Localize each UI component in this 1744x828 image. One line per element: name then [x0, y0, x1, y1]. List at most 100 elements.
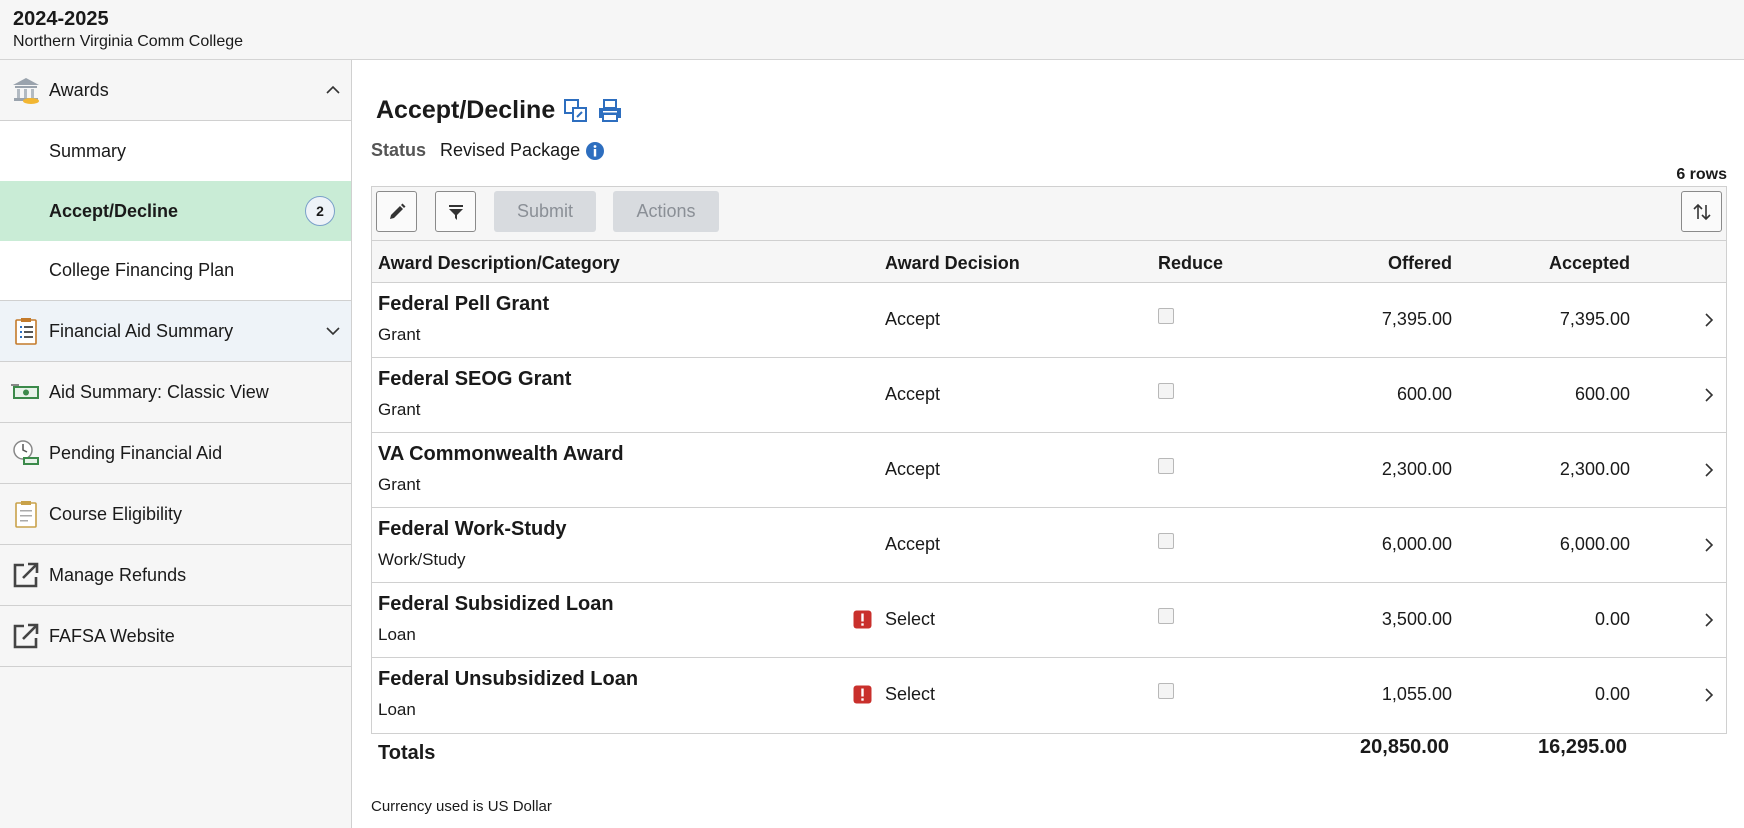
actions-button[interactable]: Actions [613, 191, 719, 232]
column-header-accepted[interactable]: Accepted [1549, 253, 1630, 274]
sidebar-section-course-eligibility[interactable]: Course Eligibility [0, 484, 351, 545]
award-decision-select[interactable]: Select [885, 609, 935, 630]
sidebar-section-label: Course Eligibility [49, 503, 183, 524]
sidebar-item-accept-decline[interactable]: Accept/Decline 2 [0, 181, 351, 241]
page-header: 2024-2025 Northern Virginia Comm College [0, 0, 1744, 60]
reduce-checkbox[interactable] [1158, 458, 1174, 474]
award-decision[interactable]: Accept [885, 384, 940, 405]
column-header-decision[interactable]: Award Decision [885, 253, 1020, 274]
filter-icon [448, 204, 463, 220]
external-link-icon [13, 623, 39, 649]
sort-icon [1692, 203, 1711, 220]
award-name: Federal Unsubsidized Loan [378, 668, 639, 690]
sidebar-section-aid-summary-classic[interactable]: Aid Summary: Classic View [0, 362, 351, 423]
info-icon[interactable] [585, 141, 605, 161]
chevron-right-icon[interactable] [1702, 386, 1716, 404]
table-row[interactable]: Federal Unsubsidized Loan Loan Select 1,… [372, 658, 1726, 733]
accepted-amount: 600.00 [1574, 384, 1630, 404]
money-icon [11, 384, 39, 399]
grid-header-row: Award Description/Category Award Decisio… [372, 241, 1726, 283]
accepted-amount: 0.00 [1594, 609, 1630, 629]
accepted-amount: 6,000.00 [1559, 534, 1630, 554]
table-row[interactable]: VA Commonwealth Award Grant Accept 2,300… [372, 433, 1726, 508]
accepted-amount: 7,395.00 [1559, 309, 1630, 329]
submit-button[interactable]: Submit [494, 191, 596, 232]
status-line: Status Revised Package [371, 140, 605, 161]
sidebar-item-college-financing-plan[interactable]: College Financing Plan [0, 241, 351, 301]
chevron-right-icon[interactable] [1702, 611, 1716, 629]
chevron-right-icon[interactable] [1702, 536, 1716, 554]
print-icon[interactable] [597, 98, 623, 124]
award-category: Work/Study [378, 550, 466, 569]
reduce-checkbox[interactable] [1158, 383, 1174, 399]
award-category: Grant [378, 325, 421, 344]
sidebar: Awards Summary Accept/Decline 2 College … [0, 60, 352, 828]
sidebar-section-label: Aid Summary: Classic View [49, 381, 269, 402]
sort-button[interactable] [1681, 191, 1722, 232]
page-title: Accept/Decline [376, 96, 623, 125]
offered-amount: 2,300.00 [1381, 459, 1452, 479]
sidebar-section-manage-refunds[interactable]: Manage Refunds [0, 545, 351, 606]
warning-icon [853, 610, 872, 629]
clipboard-icon [15, 501, 37, 528]
edit-button[interactable] [376, 191, 417, 232]
count-badge: 2 [305, 196, 335, 226]
aid-year: 2024-2025 [13, 8, 109, 30]
sidebar-section-label: Awards [49, 79, 109, 100]
offered-amount: 600.00 [1396, 384, 1452, 404]
table-row[interactable]: Federal Subsidized Loan Loan Select 3,50… [372, 583, 1726, 658]
award-decision[interactable]: Accept [885, 459, 940, 480]
sidebar-section-label: FAFSA Website [49, 625, 175, 646]
offered-amount: 6,000.00 [1381, 534, 1452, 554]
table-row[interactable]: Federal Pell Grant Grant Accept 7,395.00… [372, 283, 1726, 358]
totals-accepted: 16,295.00 [1538, 736, 1627, 758]
table-row[interactable]: Federal Work-Study Work/Study Accept 6,0… [372, 508, 1726, 583]
sidebar-item-label: Accept/Decline [49, 200, 179, 221]
column-header-offered[interactable]: Offered [1388, 253, 1452, 274]
grid-toolbar: Submit Actions [372, 187, 1726, 241]
sidebar-section-financial-aid-summary[interactable]: Financial Aid Summary [0, 301, 351, 362]
sidebar-section-awards[interactable]: Awards [0, 60, 351, 121]
chevron-down-icon[interactable] [325, 323, 341, 339]
status-label: Status [371, 140, 427, 160]
warning-icon [853, 685, 872, 704]
rows-count: 6 rows [1676, 166, 1727, 183]
grid-body: Federal Pell Grant Grant Accept 7,395.00… [372, 283, 1726, 733]
currency-note: Currency used is US Dollar [371, 798, 552, 815]
reduce-checkbox[interactable] [1158, 608, 1174, 624]
sidebar-item-label: Summary [49, 140, 127, 161]
reduce-checkbox[interactable] [1158, 308, 1174, 324]
chevron-right-icon[interactable] [1702, 311, 1716, 329]
new-window-icon[interactable] [563, 98, 589, 124]
external-link-icon [13, 562, 39, 588]
award-decision-select[interactable]: Select [885, 684, 935, 705]
institution-name: Northern Virginia Comm College [13, 33, 244, 50]
accepted-amount: 2,300.00 [1559, 459, 1630, 479]
sidebar-item-label: College Financing Plan [49, 260, 235, 280]
sidebar-section-label: Manage Refunds [49, 564, 187, 585]
chevron-up-icon[interactable] [325, 82, 341, 98]
pencil-icon [389, 203, 405, 219]
award-category: Loan [378, 625, 416, 644]
award-decision[interactable]: Accept [885, 534, 940, 555]
column-header-reduce[interactable]: Reduce [1158, 253, 1223, 274]
award-category: Loan [378, 700, 416, 719]
reduce-checkbox[interactable] [1158, 683, 1174, 699]
clock-money-icon [13, 440, 39, 465]
column-header-description[interactable]: Award Description/Category [378, 253, 620, 274]
sidebar-section-pending-financial-aid[interactable]: Pending Financial Aid [0, 423, 351, 484]
award-name: Federal SEOG Grant [378, 368, 572, 390]
accepted-amount: 0.00 [1594, 684, 1630, 704]
award-name: VA Commonwealth Award [378, 443, 624, 465]
chevron-right-icon[interactable] [1702, 461, 1716, 479]
awards-grid: Submit Actions Award Description/Categor… [371, 186, 1727, 734]
award-decision[interactable]: Accept [885, 309, 940, 330]
sidebar-item-summary[interactable]: Summary [0, 121, 351, 181]
reduce-checkbox[interactable] [1158, 533, 1174, 549]
award-category: Grant [378, 475, 421, 494]
filter-button[interactable] [435, 191, 476, 232]
table-row[interactable]: Federal SEOG Grant Grant Accept 600.00 6… [372, 358, 1726, 433]
award-name: Federal Pell Grant [378, 293, 550, 315]
chevron-right-icon[interactable] [1702, 686, 1716, 704]
sidebar-section-fafsa-website[interactable]: FAFSA Website [0, 606, 351, 667]
